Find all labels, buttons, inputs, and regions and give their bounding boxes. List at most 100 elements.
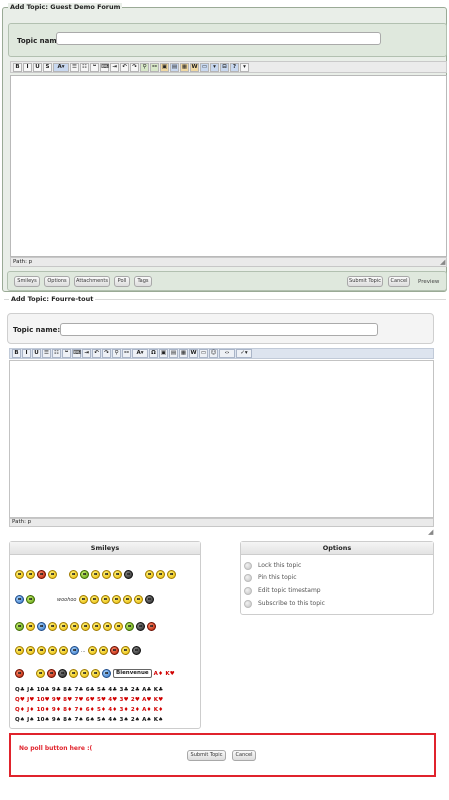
emoticon-icon[interactable]: ▾ [210, 62, 219, 72]
media-icon[interactable]: ▭ [200, 62, 209, 72]
smiley-icon[interactable] [78, 595, 88, 604]
bold-icon[interactable]: B [12, 349, 21, 358]
help-icon[interactable]: ? [230, 62, 239, 72]
radio-icon[interactable] [244, 586, 252, 595]
tags-button[interactable]: Tags [134, 276, 152, 287]
smiley-icon[interactable] [133, 595, 143, 604]
smiley-icon[interactable] [70, 646, 79, 655]
unlink-icon[interactable]: ⚯ [122, 349, 131, 358]
smiley-icon[interactable] [69, 570, 78, 579]
strikethrough-icon[interactable]: S [43, 62, 52, 72]
cool-smiley-icon[interactable] [124, 570, 133, 579]
image-icon[interactable]: ▣ [160, 62, 169, 72]
smiley-icon[interactable] [113, 570, 122, 579]
omega-icon[interactable]: Ω [149, 349, 158, 358]
numbered-list-icon[interactable]: ☷ [52, 349, 61, 358]
smiley-icon[interactable] [111, 595, 121, 604]
table-icon[interactable]: ▤ [169, 349, 178, 358]
source-icon[interactable]: ⊟ [220, 62, 229, 72]
smiley-icon[interactable] [48, 570, 57, 579]
numbered-list-icon[interactable]: ☷ [80, 62, 89, 72]
smiley-icon[interactable] [59, 622, 68, 631]
smiley-icon[interactable] [15, 595, 24, 604]
media-icon[interactable]: ▭ [199, 349, 208, 358]
redo-icon[interactable]: ↷ [130, 62, 139, 72]
code-icon[interactable]: ⌨ [100, 62, 109, 72]
smiley-icon[interactable] [37, 646, 46, 655]
format-dropdown-icon[interactable]: ▾ [240, 62, 249, 72]
option-subscribe-topic[interactable]: Subscribe to this topic [244, 599, 325, 608]
smiley-icon[interactable] [48, 622, 57, 631]
smiley-icon[interactable] [91, 570, 100, 579]
smiley-icon[interactable] [87, 646, 97, 655]
paste-word-icon[interactable]: W [190, 62, 199, 72]
redo-icon[interactable]: ↷ [102, 349, 111, 358]
html-icon[interactable]: ‹› [219, 349, 235, 358]
italic-icon[interactable]: I [22, 349, 31, 358]
smiley-icon[interactable] [81, 622, 90, 631]
paste-word-icon[interactable]: W [189, 349, 198, 358]
topic-name-input[interactable] [56, 32, 381, 45]
link-icon[interactable]: ⚲ [112, 349, 121, 358]
smiley-icon[interactable] [125, 622, 134, 631]
option-lock-topic[interactable]: Lock this topic [244, 561, 301, 570]
options-button[interactable]: Options [44, 276, 70, 287]
radio-icon[interactable] [244, 561, 252, 570]
submit-topic-button[interactable]: Submit Topic [347, 276, 383, 287]
emoticon-icon[interactable]: ☺ [209, 349, 218, 358]
poll-button[interactable]: Poll [114, 276, 130, 287]
underline-icon[interactable]: U [32, 349, 41, 358]
smiley-icon[interactable] [26, 622, 35, 631]
radio-icon[interactable] [244, 599, 252, 608]
smiley-icon[interactable] [15, 669, 24, 678]
smiley-icon[interactable] [15, 622, 24, 631]
smiley-icon[interactable] [103, 622, 112, 631]
smiley-icon[interactable] [102, 570, 111, 579]
smiley-icon[interactable] [37, 622, 46, 631]
italic-icon[interactable]: I [23, 62, 32, 72]
smiley-icon[interactable] [69, 669, 78, 678]
smiley-icon[interactable] [122, 595, 132, 604]
image-icon[interactable]: ▣ [159, 349, 168, 358]
smiley-icon[interactable] [26, 595, 35, 604]
option-edit-timestamp[interactable]: Edit topic timestamp [244, 586, 321, 595]
bullet-list-icon[interactable]: ☰ [42, 349, 51, 358]
smiley-icon[interactable] [91, 669, 100, 678]
smiley-icon[interactable] [156, 570, 165, 579]
indent-icon[interactable]: ⇥ [110, 62, 119, 72]
smiley-icon[interactable] [15, 570, 24, 579]
smiley-icon[interactable] [131, 646, 141, 655]
attachments-button[interactable]: Attachments [74, 276, 110, 287]
smiley-icon[interactable] [89, 595, 99, 604]
devil-smiley-icon[interactable] [37, 570, 46, 579]
editor-textarea[interactable] [9, 360, 434, 518]
underline-icon[interactable]: U [33, 62, 42, 72]
option-pin-topic[interactable]: Pin this topic [244, 573, 297, 582]
card-smiley[interactable]: A♦ [154, 671, 164, 677]
smiley-icon[interactable] [102, 669, 111, 678]
bienvenue-smiley-sign[interactable]: Bienvenue [113, 669, 152, 678]
smiley-icon[interactable] [80, 570, 89, 579]
preview-link[interactable]: Preview [418, 279, 439, 285]
smiley-icon[interactable] [136, 622, 145, 631]
smiley-icon[interactable] [26, 646, 35, 655]
smiley-icon[interactable] [145, 570, 154, 579]
font-color-icon[interactable]: A▾ [132, 349, 148, 358]
paste-icon[interactable]: ▦ [179, 349, 188, 358]
spellcheck-icon[interactable]: ✓▾ [236, 349, 252, 358]
editor-textarea[interactable] [10, 75, 447, 257]
card-smiley-row[interactable]: Q♦ J♦ 10♦ 9♦ 8♦ 7♦ 6♦ 5♦ 4♦ 3♦ 2♦ A♦ K♦ [15, 707, 163, 713]
card-smiley[interactable]: K♥ [165, 671, 175, 677]
submit-topic-button[interactable]: Submit Topic [187, 750, 226, 761]
devil-smiley-icon[interactable] [109, 646, 119, 655]
smiley-icon[interactable] [48, 646, 57, 655]
smiley-icon[interactable] [114, 622, 123, 631]
paste-icon[interactable]: ▦ [180, 62, 189, 72]
smiley-icon[interactable] [70, 622, 79, 631]
smiley-icon[interactable] [144, 595, 154, 604]
smiley-icon[interactable] [58, 669, 67, 678]
smiley-icon[interactable] [167, 570, 176, 579]
cancel-button[interactable]: Cancel [388, 276, 410, 287]
indent-icon[interactable]: ⇥ [82, 349, 91, 358]
bullet-list-icon[interactable]: ☰ [70, 62, 79, 72]
